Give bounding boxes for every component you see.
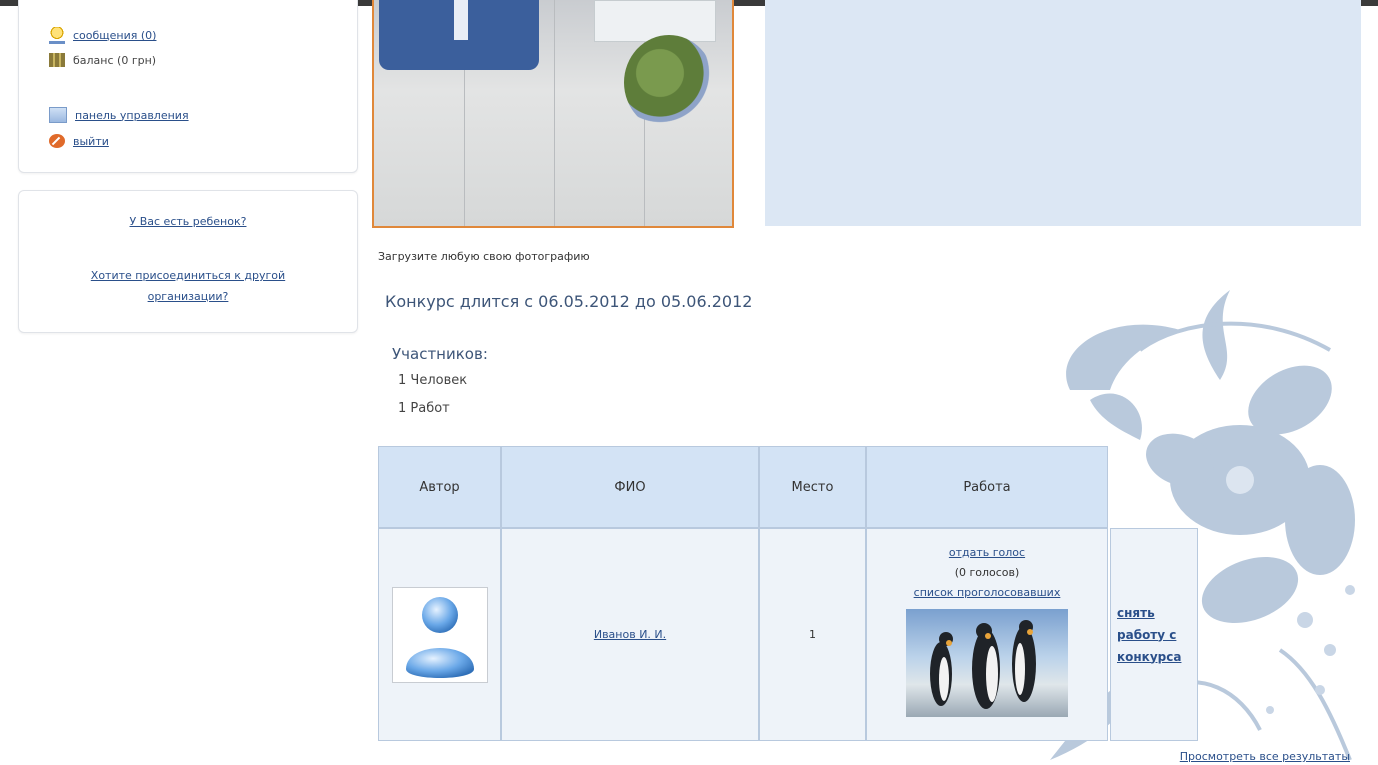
control-panel-icon	[49, 107, 67, 123]
author-name-link[interactable]: Иванов И. И.	[594, 628, 666, 641]
remove-work-link[interactable]: снять работу с конкурса	[1117, 602, 1197, 668]
col-work-header: Работа	[866, 446, 1108, 528]
control-panel-link[interactable]: панель управления	[75, 109, 189, 122]
voters-list-link[interactable]: список проголосовавших	[914, 583, 1061, 603]
info-panel	[765, 0, 1361, 226]
organization-links-box: У Вас есть ребенок? Хотите присоединитьс…	[18, 190, 358, 333]
user-menu-box: сообщения (0) баланс (0 грн) панель упра…	[18, 0, 358, 173]
contest-dates: Конкурс длится с 06.05.2012 до 05.06.201…	[385, 292, 753, 311]
messages-link[interactable]: сообщения (0)	[73, 29, 156, 42]
balance-row: баланс (0 грн)	[49, 53, 156, 67]
avatar	[391, 586, 488, 683]
join-organization-link[interactable]: Хотите присоединиться к другой организац…	[91, 269, 285, 303]
messages-row[interactable]: сообщения (0)	[49, 27, 156, 44]
logout-row[interactable]: выйти	[49, 134, 109, 148]
messages-icon	[49, 27, 65, 44]
wallet-icon	[49, 53, 65, 67]
col-name-header: ФИО	[501, 446, 759, 528]
participants-people: 1 Человек	[398, 373, 468, 388]
logout-icon	[49, 134, 65, 148]
upload-caption: Загрузите любую свою фотографию	[378, 250, 590, 263]
work-cell: отдать голос (0 голосов) список проголос…	[866, 528, 1108, 741]
logout-link[interactable]: выйти	[73, 135, 109, 148]
vote-link[interactable]: отдать голос	[949, 543, 1025, 563]
user-avatar-icon	[405, 596, 474, 678]
plant-image	[624, 35, 714, 130]
participants-title: Участников:	[392, 345, 488, 363]
remove-cell: снять работу с конкурса	[1110, 528, 1198, 741]
participants-works: 1 Работ	[398, 401, 450, 416]
col-place-header: Место	[759, 446, 866, 528]
contest-photo	[372, 0, 734, 228]
have-child-link[interactable]: У Вас есть ребенок?	[130, 215, 247, 228]
place-value: 1	[809, 628, 816, 641]
work-thumbnail[interactable]	[906, 609, 1068, 717]
name-cell: Иванов И. И.	[501, 528, 759, 741]
control-panel-row[interactable]: панель управления	[49, 107, 189, 123]
author-cell	[378, 528, 501, 741]
col-author-header: Автор	[378, 446, 501, 528]
all-results-link[interactable]: Просмотреть все результаты	[1180, 750, 1350, 763]
votes-count: (0 голосов)	[954, 566, 1020, 579]
penguins-image	[930, 620, 1036, 709]
balance-text: баланс (0 грн)	[73, 53, 157, 67]
place-cell: 1	[759, 528, 866, 741]
